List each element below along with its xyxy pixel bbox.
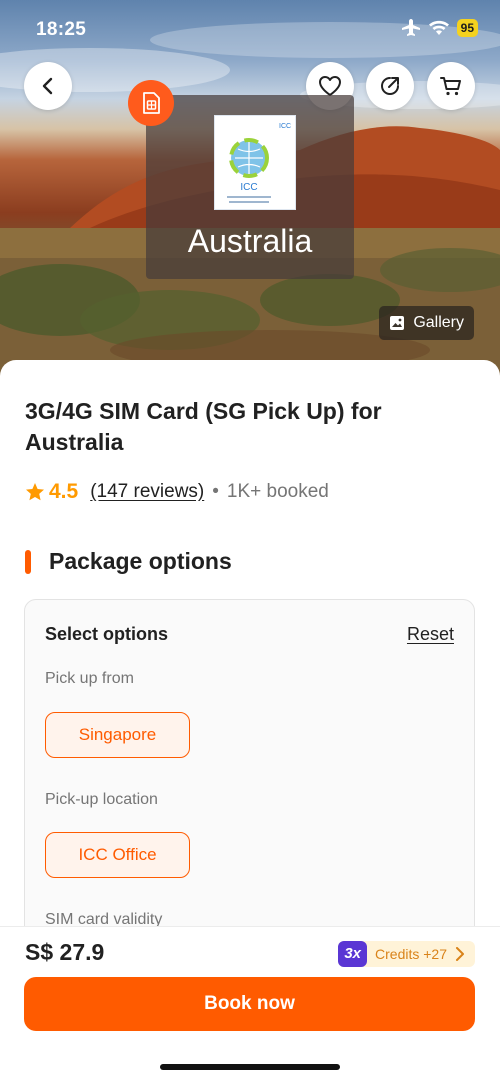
share-icon (381, 77, 399, 95)
package-options-heading: Package options (25, 548, 232, 575)
icc-globe-logo: ICC ICC (227, 123, 291, 203)
cart-button[interactable] (427, 62, 475, 110)
credits-badge[interactable]: 3x Credits +27 (338, 941, 475, 967)
sim-card-icon (143, 92, 160, 114)
country-label: Australia (187, 223, 313, 259)
sim-badge (128, 80, 174, 126)
star-icon (26, 483, 44, 501)
reset-button[interactable]: Reset (407, 624, 454, 645)
gallery-label: Gallery (413, 314, 464, 331)
section-title: Package options (49, 548, 232, 574)
booked-count: 1K+ booked (226, 481, 329, 502)
product-details: 3G/4G SIM Card (SG Pick Up) for Australi… (0, 360, 500, 999)
chevron-right-icon (455, 947, 465, 961)
pickup-from-label: Pick up from (45, 670, 134, 687)
option-chip-singapore[interactable]: Singapore (45, 712, 190, 758)
card-brand: ICC (240, 182, 257, 193)
gallery-button[interactable]: Gallery (379, 306, 474, 340)
battery-indicator: 95 (456, 19, 478, 37)
separator-dot: • (212, 481, 219, 502)
credits-text: Credits +27 (375, 946, 447, 962)
select-options-title: Select options (45, 624, 169, 644)
share-button[interactable] (366, 62, 414, 110)
chevron-left-icon (42, 77, 53, 95)
pickup-location-label: Pick-up location (45, 791, 158, 808)
reviews-link[interactable]: (147 reviews) (90, 481, 204, 503)
card-brand-small: ICC (279, 123, 291, 130)
wifi-icon (428, 20, 449, 35)
hero-image[interactable]: 18:25 95 ICC ICC Australia Gallery (0, 0, 500, 380)
status-icons: 95 (401, 19, 478, 37)
airplane-icon (401, 19, 420, 36)
rating-row: 4.5 (147 reviews) • 1K+ booked (25, 480, 329, 504)
price: S$ 27.9 (25, 939, 105, 965)
product-title: 3G/4G SIM Card (SG Pick Up) for Australi… (25, 398, 382, 455)
cart-icon (440, 77, 461, 96)
option-chip-icc-office[interactable]: ICC Office (45, 832, 190, 878)
heart-icon (319, 76, 341, 96)
sim-card-image: ICC ICC (214, 115, 296, 210)
status-time: 18:25 (36, 19, 87, 40)
credits-multiplier: 3x (338, 941, 368, 967)
rating-score: 4.5 (49, 480, 79, 503)
product-card-overlay: ICC ICC Australia (146, 95, 354, 279)
book-now-button[interactable]: Book now (24, 977, 475, 1031)
status-bar: 18:25 95 (0, 18, 500, 44)
home-indicator[interactable] (160, 1064, 340, 1070)
back-button[interactable] (24, 62, 72, 110)
booking-bar: S$ 27.9 3x Credits +27 Book now (0, 926, 500, 1080)
section-accent-bar (25, 549, 31, 574)
image-icon (390, 316, 405, 330)
